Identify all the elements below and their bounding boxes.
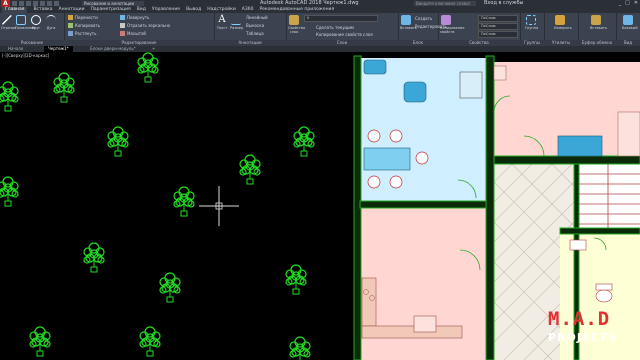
plant-block[interactable] [289, 336, 311, 360]
move-button[interactable]: Перенести [68, 15, 98, 20]
color-dropdown[interactable]: ПоСлою [478, 15, 518, 22]
plant-block[interactable] [159, 272, 181, 303]
leader-button[interactable]: Выноска [246, 23, 264, 28]
polyline-tool[interactable]: Полилиния [15, 15, 35, 30]
plant-block[interactable] [139, 326, 161, 357]
close-button[interactable]: ✕ [634, 0, 638, 7]
draw-panel: Отрезок Полилиния Круг Дуга Рисование [0, 13, 65, 46]
make-current-button[interactable]: Сделать текущим [316, 25, 354, 30]
arc-tool[interactable]: Дуга [45, 15, 57, 30]
create-block-button[interactable]: Создать [415, 16, 432, 21]
plant-block[interactable] [173, 186, 195, 217]
plant-block[interactable] [29, 326, 51, 357]
search-input[interactable]: Введите ключевое слово/фразу [414, 1, 476, 11]
polyline-icon [16, 15, 26, 25]
layer-dropdown[interactable]: 0 [304, 15, 378, 22]
properties-panel: Копирование свойств ПоСлою ПоСлою ПоСлою… [438, 13, 521, 46]
modify-panel: Перенести Повернуть Копировать Отразить … [64, 13, 215, 46]
group-icon [526, 15, 536, 25]
insert-block-tool[interactable]: Вставить [400, 15, 417, 30]
base-view-icon [623, 15, 633, 25]
quick-access-toolbar [12, 1, 59, 6]
plant-block[interactable] [137, 52, 159, 83]
arc-icon [46, 15, 56, 25]
copy-icon [68, 23, 73, 28]
plant-block[interactable] [53, 72, 75, 103]
save-icon[interactable] [26, 1, 31, 6]
watermark-logo: M.A.D PROJECTS [548, 308, 628, 354]
plant-block[interactable] [107, 126, 129, 157]
plant-block[interactable] [0, 81, 19, 112]
stretch-button[interactable]: Растянуть [68, 31, 96, 36]
move-icon [68, 15, 73, 20]
save-as-icon[interactable] [33, 1, 38, 6]
dimension-icon [231, 15, 241, 25]
match-properties-tool[interactable]: Копирование свойств [440, 15, 464, 34]
ribbon: Отрезок Полилиния Круг Дуга Рисование Пе… [0, 13, 640, 46]
stretch-icon [68, 31, 73, 36]
watermark-subtitle: PROJECTS [548, 331, 617, 344]
title-bar: A Рисование и аннотации Autodesk AutoCAD… [0, 0, 640, 11]
plants-layer [0, 52, 315, 360]
minimize-button[interactable]: _ [619, 0, 622, 7]
window-controls: _ □ ✕ [619, 0, 638, 7]
crosshair-cursor [199, 186, 239, 226]
paste-icon [591, 15, 601, 25]
circle-tool[interactable]: Круг [30, 15, 42, 30]
maximize-button[interactable]: □ [625, 0, 630, 7]
window-title: Autodesk AutoCAD 2018 Чертеж1.dwg [260, 0, 359, 6]
copy-button[interactable]: Копировать [68, 23, 100, 28]
measure-tool[interactable]: Измерить [554, 15, 572, 30]
match-properties-icon [441, 15, 451, 25]
layer-properties-icon [289, 15, 299, 25]
plant-block[interactable] [83, 242, 105, 273]
line-icon [2, 15, 12, 25]
workspace-selector[interactable]: Рисование и аннотации [82, 1, 144, 6]
plant-block[interactable] [293, 126, 315, 157]
block-panel: Вставить Создать Редактировать Блок [398, 13, 447, 46]
linear-dimension-button[interactable]: Линейный [246, 15, 268, 20]
scale-icon [120, 31, 125, 36]
match-layer-button[interactable]: Копирование свойств слоя [316, 32, 373, 37]
dimension-tool[interactable]: Размер [230, 15, 243, 30]
new-icon[interactable] [12, 1, 17, 6]
view-panel: Базовый Вид [616, 13, 640, 46]
undo-icon[interactable] [47, 1, 52, 6]
table-button[interactable]: Таблица [246, 31, 264, 36]
base-view-tool[interactable]: Базовый [622, 15, 638, 30]
drawing-canvas[interactable]: [-][Сверху][2D-каркас] M.A.D PROJECTS [0, 52, 640, 360]
paste-tool[interactable]: Вставить [590, 15, 607, 30]
layer-properties-tool[interactable]: Свойства слоя [288, 15, 305, 34]
plant-block[interactable] [239, 154, 261, 185]
mirror-button[interactable]: Отразить зеркально [120, 23, 170, 28]
autocad-logo-icon[interactable]: A [1, 0, 10, 7]
circle-icon [31, 15, 41, 25]
insert-block-icon [401, 15, 411, 25]
open-icon[interactable] [19, 1, 24, 6]
measure-icon [555, 15, 565, 25]
group-tool[interactable]: Группа [525, 15, 538, 30]
sign-in-link[interactable]: Вход в службы [484, 0, 523, 7]
layers-panel: Свойства слоя 0 Сделать текущим Копирова… [286, 13, 399, 46]
annotation-panel: A Текст Размер Линейный Выноска Таблица А… [214, 13, 287, 46]
utilities-panel: Измерить Утилиты [544, 13, 579, 46]
redo-icon[interactable] [54, 1, 59, 6]
linetype-dropdown[interactable]: ПоСлою [478, 31, 518, 38]
rotate-button[interactable]: Повернуть [120, 15, 149, 20]
watermark-title: M.A.D [548, 308, 611, 330]
line-tool[interactable]: Отрезок [1, 15, 16, 30]
plot-icon[interactable] [40, 1, 45, 6]
groups-panel: Группа Группы [520, 13, 545, 46]
plant-block[interactable] [0, 176, 19, 207]
stairs [578, 164, 640, 234]
plant-block[interactable] [285, 264, 307, 295]
mirror-icon [120, 23, 125, 28]
clipboard-panel: Вставить Буфер обмена [578, 13, 617, 46]
text-icon: A [218, 14, 226, 25]
text-tool[interactable]: A Текст [216, 14, 228, 31]
lineweight-dropdown[interactable]: ПоСлою [478, 23, 518, 30]
scale-button[interactable]: Масштаб [120, 31, 146, 36]
rotate-icon [120, 15, 125, 20]
